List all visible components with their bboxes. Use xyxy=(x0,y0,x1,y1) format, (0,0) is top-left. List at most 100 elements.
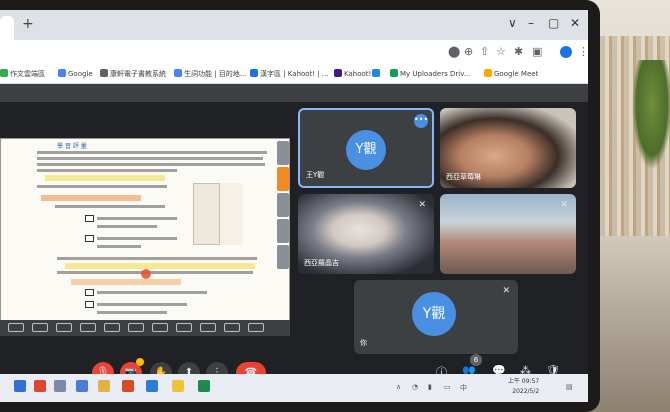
worksheet-title: 學 習 評 量 xyxy=(57,143,87,150)
side-tab-active[interactable] xyxy=(277,167,289,191)
tool-button[interactable] xyxy=(224,323,240,332)
tool-button[interactable] xyxy=(8,323,24,332)
participant-tile[interactable]: Y觀 ••• 王Y觀 xyxy=(298,108,434,188)
tool-button[interactable] xyxy=(200,323,216,332)
worksheet-text-line xyxy=(97,225,157,228)
bookmark-favicon-icon xyxy=(250,69,258,77)
tab-search-icon[interactable]: ∨ xyxy=(508,16,517,30)
worksheet-text-line xyxy=(97,303,187,306)
chrome-icon[interactable] xyxy=(34,380,46,392)
start-icon[interactable] xyxy=(14,380,26,392)
bookmark-item[interactable]: 漢字區 | Kahoot! | ... xyxy=(250,69,329,79)
notification-icon[interactable]: ▤ xyxy=(566,383,573,391)
highlight xyxy=(65,263,255,269)
self-tile[interactable]: ✕ Y觀 你 xyxy=(354,280,518,354)
answer-box xyxy=(85,215,94,222)
tool-button[interactable] xyxy=(152,323,168,332)
laptop-screen: + ∨ – ▢ ✕ ⬤ ⊕ ⇧ ☆ ✱ ▣ ⋮ 作文雲端區 Google 康軒電… xyxy=(0,10,588,402)
tool-button[interactable] xyxy=(128,323,144,332)
laptop-bezel: + ∨ – ▢ ✕ ⬤ ⊕ ⇧ ☆ ✱ ▣ ⋮ 作文雲端區 Google 康軒電… xyxy=(0,0,600,412)
menu-icon[interactable]: ⋮ xyxy=(578,45,588,58)
tool-button[interactable] xyxy=(176,323,192,332)
bookmark-item[interactable]: 康軒電子書教系統 xyxy=(100,69,166,79)
side-tab[interactable] xyxy=(277,141,289,165)
tool-button[interactable] xyxy=(80,323,96,332)
folder-icon[interactable] xyxy=(172,380,184,392)
self-name: 你 xyxy=(360,339,367,347)
side-tab[interactable] xyxy=(277,245,289,269)
system-clock[interactable]: 上午 09:57 2022/5/2 xyxy=(508,377,539,397)
worksheet-text-line xyxy=(97,217,177,220)
download-icon[interactable]: ⬤ xyxy=(448,45,460,58)
highlight xyxy=(45,175,165,181)
app-icon[interactable] xyxy=(76,380,88,392)
worksheet-text-line xyxy=(37,169,177,172)
participant-tile[interactable]: ✕ 西亞羅晶吉 xyxy=(298,194,434,274)
notification-badge xyxy=(136,358,144,366)
bookmark-star-icon[interactable]: ☆ xyxy=(496,45,506,58)
mic-off-icon: ✕ xyxy=(418,200,426,210)
side-tab[interactable] xyxy=(277,219,289,243)
worksheet-text-line xyxy=(97,291,207,294)
close-window-button[interactable]: ✕ xyxy=(570,16,580,30)
profile-icon[interactable] xyxy=(560,46,572,58)
participant-tile[interactable]: ✕ xyxy=(440,194,576,274)
participant-name: 西亞羅晶吉 xyxy=(304,259,339,267)
ime-icon[interactable]: 中 xyxy=(460,383,467,393)
browser-tab-bar: + ∨ – ▢ ✕ xyxy=(0,10,588,40)
word-icon[interactable] xyxy=(146,380,158,392)
answer-box xyxy=(85,289,94,296)
tool-button[interactable] xyxy=(32,323,48,332)
participant-tile[interactable]: 西亞草莓琳 xyxy=(440,108,576,188)
participant-avatar: Y觀 xyxy=(346,130,386,170)
drive-icon xyxy=(390,69,398,77)
maximize-button[interactable]: ▢ xyxy=(548,16,559,30)
pointer-marker xyxy=(141,269,151,279)
more-options-icon[interactable]: ••• xyxy=(414,114,428,128)
bookmark-favicon-icon xyxy=(174,69,182,77)
new-tab-button[interactable]: + xyxy=(22,16,34,32)
tool-button[interactable] xyxy=(104,323,120,332)
tool-button[interactable] xyxy=(248,323,264,332)
zoom-icon[interactable]: ⊕ xyxy=(464,45,473,58)
worksheet-text-line xyxy=(57,271,253,274)
share-icon[interactable]: ⇧ xyxy=(480,45,489,58)
side-tab[interactable] xyxy=(277,193,289,217)
tool-button[interactable] xyxy=(56,323,72,332)
bookmark-item[interactable]: 作文雲端區 xyxy=(0,69,45,79)
worksheet-text-line xyxy=(97,245,141,248)
self-avatar: Y觀 xyxy=(412,292,456,336)
browser-tab[interactable] xyxy=(0,16,14,40)
bookmark-item[interactable]: Google xyxy=(58,69,93,78)
minimize-button[interactable]: – xyxy=(528,16,534,30)
battery-icon[interactable]: ▭ xyxy=(444,383,451,391)
bookmark-item[interactable]: 生詞功能 | 目的地... xyxy=(174,69,246,79)
meet-icon xyxy=(484,69,492,77)
meet-stage: 學 習 評 量 Y觀 ••• 王Y觀 西亞草莓琳 ✕ 西亞羅晶吉 ✕ ✕ Y觀 … xyxy=(0,84,588,398)
extensions-icon[interactable]: ✱ xyxy=(514,45,523,58)
browser-toolbar: ⬤ ⊕ ⇧ ☆ ✱ ▣ ⋮ xyxy=(0,40,588,66)
sidebar-icon[interactable]: ▣ xyxy=(532,45,542,58)
participant-name: 西亞草莓琳 xyxy=(446,173,481,181)
highlight xyxy=(71,279,181,285)
bookmark-favicon-icon xyxy=(100,69,108,77)
file-explorer-icon[interactable] xyxy=(98,380,110,392)
plant xyxy=(632,60,670,170)
ebook-toolbar xyxy=(0,320,290,336)
bookmark-item[interactable] xyxy=(372,69,382,78)
highlight xyxy=(41,195,141,201)
app-icon[interactable] xyxy=(54,380,66,392)
bookmark-item[interactable]: Kahoot! xyxy=(334,69,371,78)
google-icon xyxy=(58,69,66,77)
excel-icon[interactable] xyxy=(198,380,210,392)
bookmark-item[interactable]: Google Meet xyxy=(484,69,538,78)
network-icon[interactable]: ◔ xyxy=(412,383,418,391)
powerpoint-icon[interactable] xyxy=(122,380,134,392)
photo-scene: + ∨ – ▢ ✕ ⬤ ⊕ ⇧ ☆ ✱ ▣ ⋮ 作文雲端區 Google 康軒電… xyxy=(0,0,670,412)
tray-chevron-icon[interactable]: ∧ xyxy=(396,383,401,391)
bookmark-favicon-icon xyxy=(0,69,8,77)
shared-screen[interactable]: 學 習 評 量 xyxy=(0,138,290,334)
volume-icon[interactable]: ▮ xyxy=(428,383,432,391)
bookmarks-bar: 作文雲端區 Google 康軒電子書教系統 生詞功能 | 目的地... 漢字區 … xyxy=(0,66,588,84)
bookmark-item[interactable]: My Uploaders Driv... xyxy=(390,69,470,78)
